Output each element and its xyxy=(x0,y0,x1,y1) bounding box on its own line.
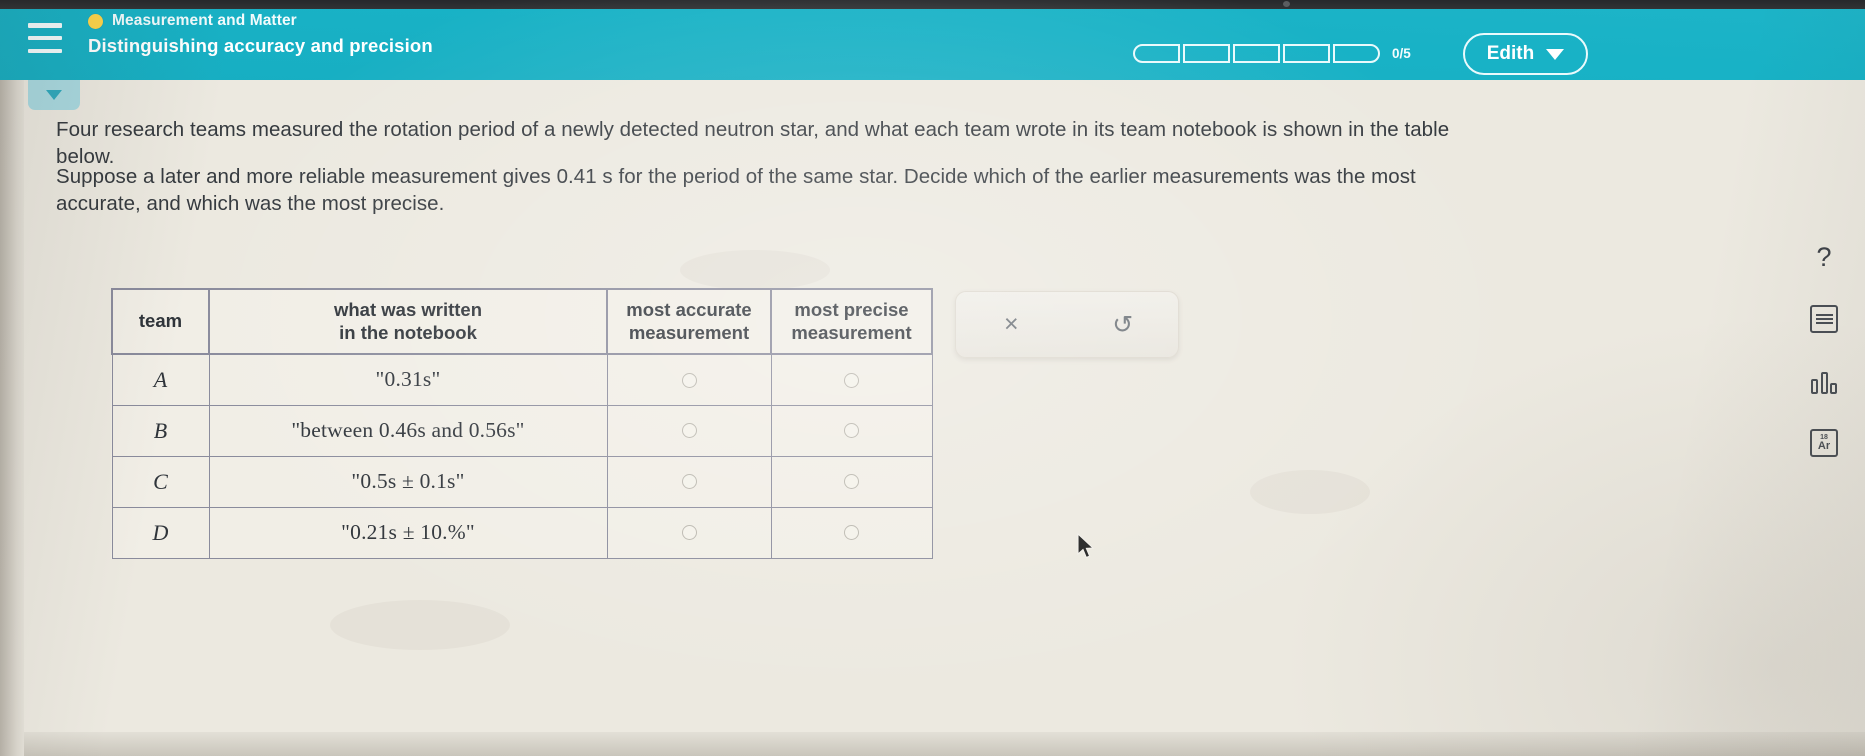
written-value: "0.5s ± 0.1s" xyxy=(351,469,465,494)
cell-most-accurate[interactable] xyxy=(606,353,772,406)
webcam-dot-icon xyxy=(1283,1,1290,7)
team-label: D xyxy=(152,519,169,545)
data-chart-button[interactable] xyxy=(1807,364,1841,398)
team-label: A xyxy=(153,366,168,392)
progress-segment xyxy=(1233,44,1280,63)
action-button-group: × ↺ xyxy=(955,291,1179,358)
element-info-button[interactable]: 18 Ar xyxy=(1807,426,1841,460)
cell-most-accurate[interactable] xyxy=(606,455,772,508)
cell-most-precise[interactable] xyxy=(770,455,933,508)
cell-written: "0.31s" xyxy=(208,353,608,406)
radio-most-precise[interactable] xyxy=(844,423,859,439)
progress-segment xyxy=(1183,44,1230,63)
table-body: A "0.31s" B "between 0.46s and 0.56s" C … xyxy=(111,353,933,559)
cell-team: A xyxy=(111,353,210,406)
periodic-table-button[interactable] xyxy=(1807,302,1841,336)
column-header-written-line1: what was written xyxy=(333,299,483,320)
radio-most-precise[interactable] xyxy=(844,474,859,490)
progress-count: 0/5 xyxy=(1392,46,1411,61)
column-header-most-precise: most precise measurement xyxy=(770,287,933,356)
right-toolbar: ? 18 Ar xyxy=(1795,240,1853,460)
radio-most-precise[interactable] xyxy=(844,372,859,388)
written-value: "0.31s" xyxy=(375,367,441,392)
help-button[interactable]: ? xyxy=(1807,240,1841,274)
column-header-written: what was written in the notebook xyxy=(208,287,608,356)
breadcrumb-label: Measurement and Matter xyxy=(112,12,297,29)
column-header-most-accurate: most accurate measurement xyxy=(606,287,772,356)
radio-most-accurate[interactable] xyxy=(681,423,697,439)
column-header-written-line2: in the notebook xyxy=(339,321,477,343)
measurements-table-wrapper: team what was written in the notebook mo… xyxy=(111,287,933,559)
table-row: A "0.31s" xyxy=(111,353,933,406)
table-header: team what was written in the notebook mo… xyxy=(111,287,933,356)
cell-team: D xyxy=(111,506,210,559)
breadcrumb: Measurement and Matter xyxy=(88,12,297,30)
cell-written: "between 0.46s and 0.56s" xyxy=(208,404,608,457)
periodic-table-icon xyxy=(1810,305,1838,333)
app-header: Measurement and Matter Distinguishing ac… xyxy=(0,7,1865,80)
radio-most-accurate[interactable] xyxy=(681,525,697,541)
cell-team: C xyxy=(111,455,210,508)
collapse-panel-button[interactable] xyxy=(28,80,80,110)
column-header-accurate-line1: most accurate xyxy=(626,299,752,320)
radio-most-precise[interactable] xyxy=(844,525,859,541)
undo-button[interactable]: ↺ xyxy=(1067,292,1179,357)
cell-written: "0.21s ± 10.%" xyxy=(208,506,608,559)
team-label: C xyxy=(153,468,168,494)
cell-most-accurate[interactable] xyxy=(606,506,772,559)
column-header-precise-line1: most precise xyxy=(794,299,909,320)
device-bezel xyxy=(0,0,1865,9)
cell-most-accurate[interactable] xyxy=(606,404,772,457)
table-row: C "0.5s ± 0.1s" xyxy=(111,455,933,508)
progress-indicator: 0/5 xyxy=(1133,44,1411,63)
table-header-row: team what was written in the notebook mo… xyxy=(111,287,933,356)
progress-segment xyxy=(1133,44,1180,63)
cell-most-precise[interactable] xyxy=(770,506,933,559)
written-value: "between 0.46s and 0.56s" xyxy=(291,418,525,443)
cell-written: "0.5s ± 0.1s" xyxy=(208,455,608,508)
column-header-precise-line2: measurement xyxy=(791,321,912,343)
radio-most-accurate[interactable] xyxy=(681,474,697,490)
written-value: "0.21s ± 10.%" xyxy=(341,520,475,545)
clear-button[interactable]: × xyxy=(956,292,1067,357)
column-header-accurate-line2: measurement xyxy=(628,321,750,343)
orange-dot-icon xyxy=(88,13,103,29)
bar-chart-icon xyxy=(1811,368,1837,394)
user-name-label: Edith xyxy=(1486,43,1535,64)
cell-most-precise[interactable] xyxy=(770,404,933,457)
chevron-down-icon xyxy=(46,90,62,100)
column-header-team: team xyxy=(111,287,210,356)
progress-segment xyxy=(1333,44,1380,63)
question-content: Four research teams measured the rotatio… xyxy=(0,100,1500,740)
team-label: B xyxy=(153,417,168,443)
question-paragraph-2: Suppose a later and more reliable measur… xyxy=(56,165,1416,216)
table-row: D "0.21s ± 10.%" xyxy=(111,506,933,559)
hamburger-icon[interactable] xyxy=(28,23,62,53)
page-title: Distinguishing accuracy and precision xyxy=(88,35,433,56)
radio-most-accurate[interactable] xyxy=(681,372,697,388)
progress-segment xyxy=(1283,44,1330,63)
measurements-table: team what was written in the notebook mo… xyxy=(111,287,933,559)
element-tile-icon: 18 Ar xyxy=(1810,429,1838,457)
progress-segments xyxy=(1133,44,1380,63)
table-row: B "between 0.46s and 0.56s" xyxy=(111,404,933,457)
element-symbol: Ar xyxy=(1817,440,1831,452)
question-mark-icon: ? xyxy=(1816,241,1832,272)
user-menu-button[interactable]: Edith xyxy=(1463,33,1588,75)
app-screen: Measurement and Matter Distinguishing ac… xyxy=(0,0,1865,756)
cell-most-precise[interactable] xyxy=(770,353,933,406)
cell-team: B xyxy=(111,404,210,457)
chevron-down-icon xyxy=(1546,48,1565,60)
